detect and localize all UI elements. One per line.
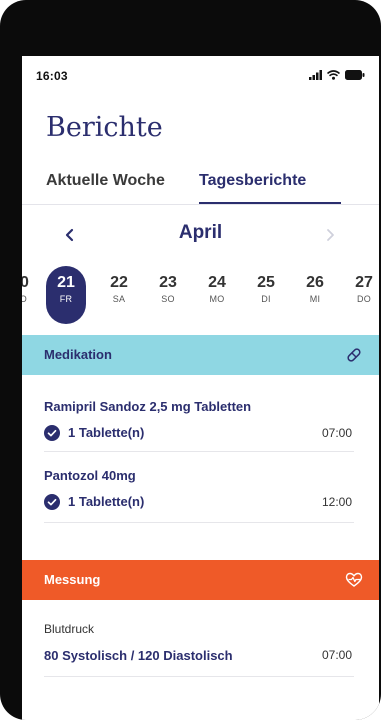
day-number: 27 <box>355 274 373 291</box>
day-number: 26 <box>306 274 324 291</box>
day-item[interactable]: 20 DO <box>22 266 40 324</box>
chevron-right-icon[interactable] <box>320 224 340 246</box>
day-item[interactable]: 24 MO <box>197 266 237 324</box>
check-circle-icon <box>44 425 60 441</box>
day-item[interactable]: 22 SA <box>99 266 139 324</box>
measurement-time: 07:00 <box>321 648 352 662</box>
day-weekday: FR <box>59 294 73 304</box>
day-number: 23 <box>159 274 177 291</box>
month-selector: April <box>22 218 379 254</box>
active-tab-indicator <box>199 202 341 204</box>
measurement-title: Messung <box>44 572 101 587</box>
medication-section-header[interactable]: Medikation <box>22 335 379 375</box>
wifi-icon <box>327 70 340 80</box>
app-screen: 16:03 Berichte Aktuelle Woche Tagesberic… <box>22 56 379 720</box>
day-item[interactable]: 27 DO <box>344 266 379 324</box>
tab-aktuelle-woche[interactable]: Aktuelle Woche <box>46 172 165 190</box>
day-number: 20 <box>22 274 29 291</box>
heart-pulse-icon <box>345 572 363 587</box>
battery-icon <box>345 70 365 80</box>
day-item[interactable]: 26 MI <box>295 266 335 324</box>
day-item[interactable]: 23 SO <box>148 266 188 324</box>
phone-frame: 16:03 Berichte Aktuelle Woche Tagesberic… <box>0 0 381 720</box>
status-bar: 16:03 <box>22 56 379 96</box>
day-weekday: SO <box>161 294 175 304</box>
page-title: Berichte <box>46 112 163 143</box>
medication-time: 07:00 <box>321 426 352 440</box>
status-time: 16:03 <box>36 69 68 83</box>
medication-item[interactable]: Pantozol 40mg 1 Tablette(n) 12:00 <box>44 468 354 523</box>
tab-tagesberichte[interactable]: Tagesberichte <box>199 172 306 190</box>
day-number: 22 <box>110 274 128 291</box>
day-number: 24 <box>208 274 226 291</box>
day-weekday: DO <box>356 294 372 304</box>
medication-dose: 1 Tablette(n) <box>68 425 145 440</box>
check-circle-icon <box>44 494 60 510</box>
system-icons <box>309 70 365 80</box>
day-weekday: MO <box>209 294 225 304</box>
day-weekday: DI <box>261 294 271 304</box>
medication-time: 12:00 <box>321 495 352 509</box>
tab-bar: Aktuelle Woche Tagesberichte <box>22 168 379 205</box>
measurement-section-header[interactable]: Messung <box>22 560 379 600</box>
medication-item[interactable]: Ramipril Sandoz 2,5 mg Tabletten 1 Table… <box>44 399 354 452</box>
day-weekday: MI <box>309 294 321 304</box>
medication-title: Medikation <box>44 347 112 362</box>
day-item[interactable]: 25 DI <box>246 266 286 324</box>
day-strip: 20 DO 21 FR 22 SA 23 SO 24 MO 25 DI <box>22 266 379 326</box>
measurement-label: Blutdruck <box>44 622 95 636</box>
measurement-item[interactable]: Blutdruck 80 Systolisch / 120 Diastolisc… <box>44 622 354 677</box>
pill-icon <box>347 348 361 362</box>
day-weekday: DO <box>22 294 28 304</box>
signal-icon <box>309 70 322 80</box>
medication-name: Pantozol 40mg <box>44 468 136 483</box>
day-number: 21 <box>57 274 75 291</box>
medication-dose: 1 Tablette(n) <box>68 494 145 509</box>
day-number: 25 <box>257 274 275 291</box>
medication-name: Ramipril Sandoz 2,5 mg Tabletten <box>44 399 252 414</box>
measurement-value: 80 Systolisch / 120 Diastolisch <box>44 648 233 663</box>
day-weekday: SA <box>112 294 126 304</box>
day-item-selected[interactable]: 21 FR <box>46 266 86 324</box>
